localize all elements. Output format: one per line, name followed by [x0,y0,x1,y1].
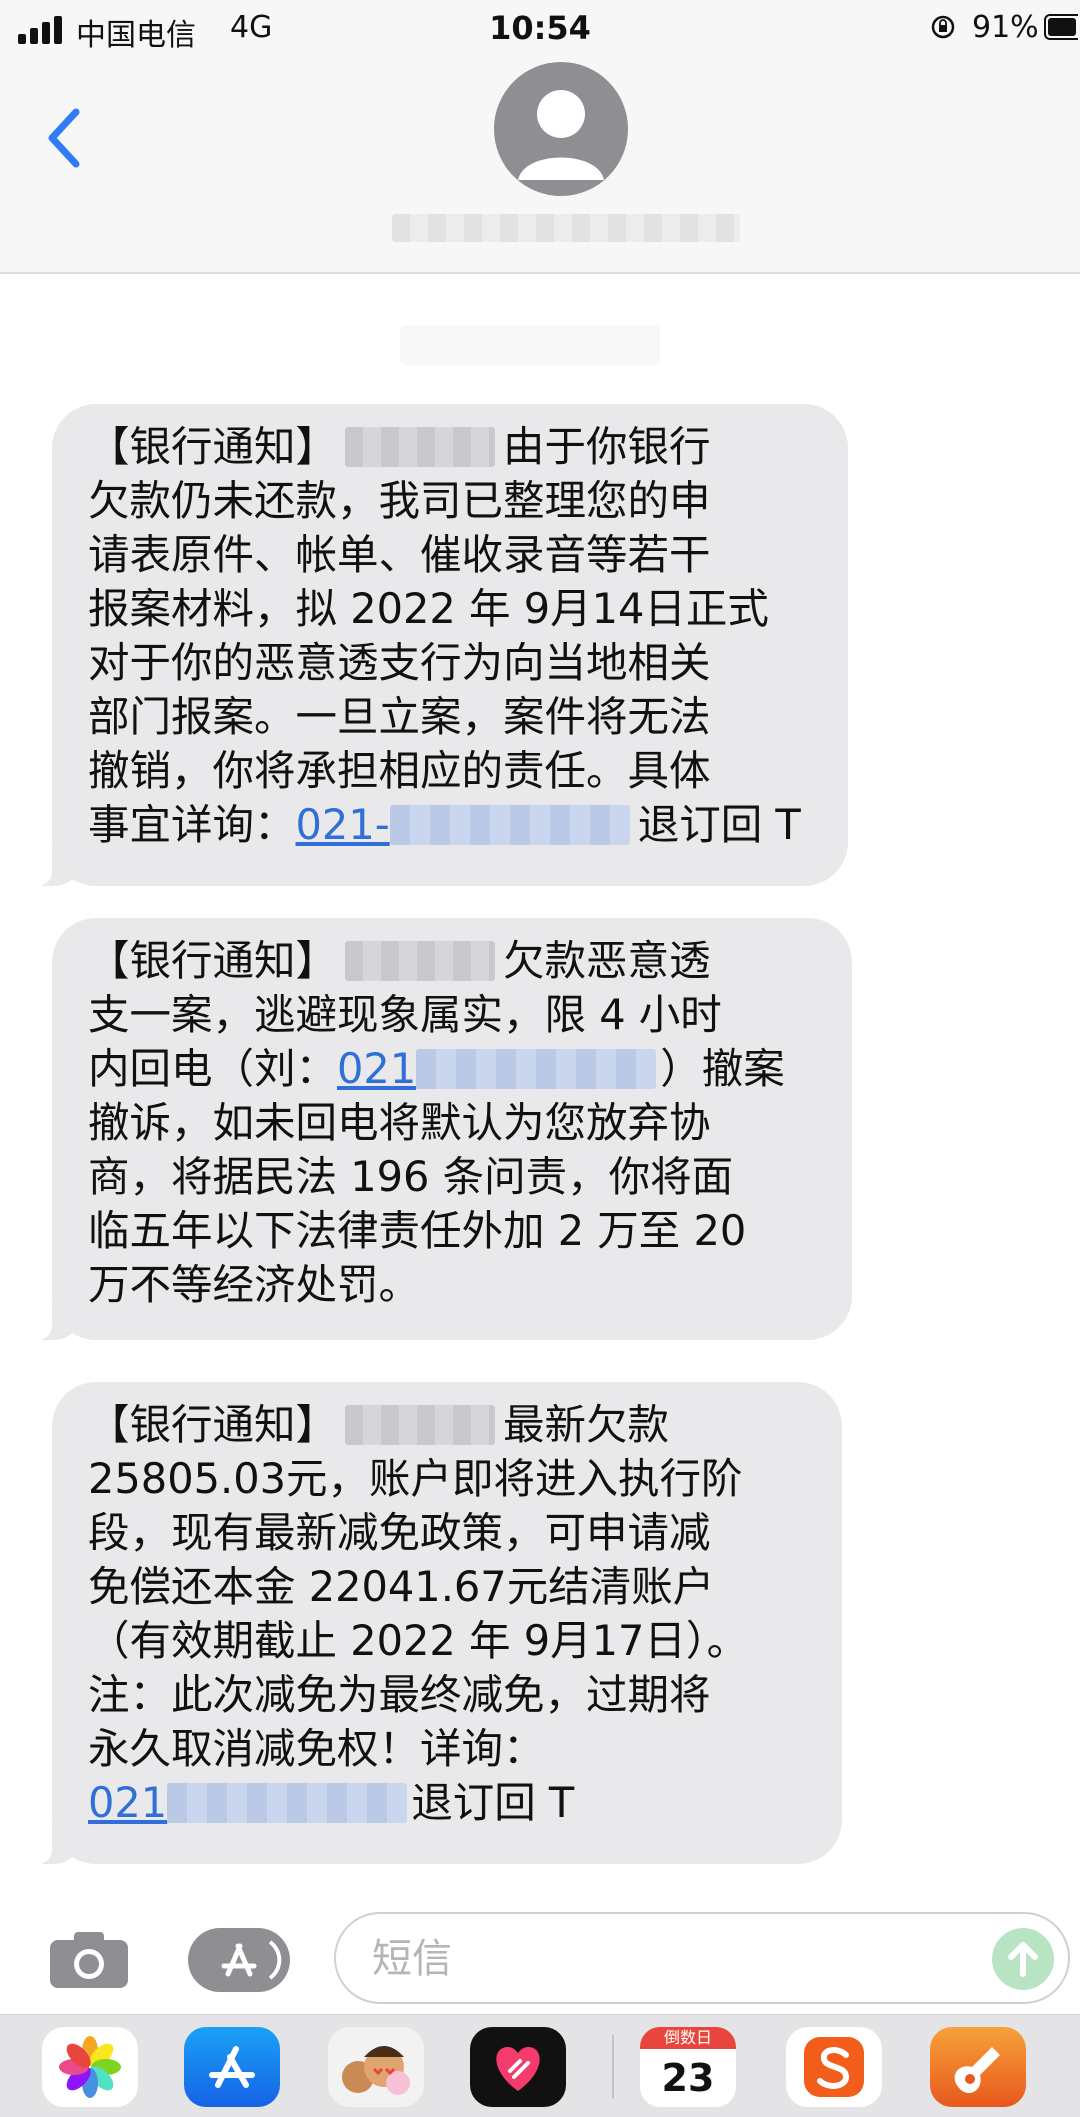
timestamp-faded [400,325,660,365]
compose-bar [0,1896,1080,2014]
redacted-sender [345,1405,496,1445]
message-line: 021 退订回 T [88,1778,575,1827]
countdown-icon[interactable]: 倒数日 23 [640,2027,736,2107]
redacted-sender [345,941,496,981]
message-text-field[interactable] [370,1930,974,1988]
memoji-icon[interactable] [328,2027,424,2107]
message-line: 永久取消减免权！详询： [88,1724,545,1773]
message-line: 注：此次减免为最终减免，过期将 [88,1670,711,1719]
message-line: （有效期截止 2022 年 9月17日）。 [88,1616,749,1665]
countdown-label: 倒数日 [640,2027,736,2049]
clock: 10:54 [489,9,591,47]
phone-link[interactable]: 021 [88,1778,411,1827]
send-button[interactable] [992,1928,1054,1990]
redacted-phone [389,805,630,845]
back-chevron-icon[interactable] [36,98,96,178]
redacted-phone [416,1049,657,1089]
message-line: 事宜详询：021- 退订回 T [88,800,801,849]
app-store-icon[interactable] [184,2027,280,2107]
message-line: 【银行通知】 最新欠款 [88,1400,670,1449]
message-line: 欠款仍未还款，我司已整理您的申 [88,476,711,525]
avatar[interactable] [494,62,628,196]
message-line: 临五年以下法律责任外加 2 万至 20 [88,1206,747,1255]
digital-touch-icon[interactable] [470,2027,566,2107]
sogou-icon[interactable] [786,2027,882,2107]
countdown-value: 23 [640,2049,736,2107]
message-line: 支一案，逃避现象属实，限 4 小时 [88,990,722,1039]
status-bar: 中国电信 4G 10:54 91% [0,0,1080,60]
contact-name-redacted[interactable] [392,214,740,242]
message-line: 商，将据民法 196 条问责，你将面 [88,1152,734,1201]
garageband-icon[interactable] [930,2027,1026,2107]
redacted-phone [167,1783,408,1823]
message-line: 撤诉，如未回电将默认为您放弃协 [88,1098,711,1147]
message-line: 报案材料，拟 2022 年 9月14日正式 [88,584,769,633]
message-line: 【银行通知】 欠款恶意透 [88,936,711,985]
redacted-sender [345,427,496,467]
conversation-header [0,60,1080,274]
app-store-icon [221,1940,282,1980]
message-line: 【银行通知】 由于你银行 [88,422,711,471]
photos-icon[interactable] [42,2027,138,2107]
message-line: 部门报案。一旦立案，案件将无法 [88,692,711,741]
message-bubble[interactable]: 【银行通知】 欠款恶意透 支一案，逃避现象属实，限 4 小时 内回电（刘：021）… [38,918,852,1340]
message-bubble[interactable]: 【银行通知】 最新欠款 25805.03元，账户即将进入执行阶 段，现有最新减免政… [38,1382,842,1864]
person-icon [518,90,604,180]
message-line: 免偿还本金 22041.67元结清账户 [88,1562,715,1611]
phone-link[interactable]: 021- [296,800,638,849]
message-input[interactable] [334,1912,1070,2004]
battery-icon [1044,14,1078,40]
message-line: 请表原件、帐单、催收录音等若干 [88,530,711,579]
message-line: 25805.03元，账户即将进入执行阶 [88,1454,743,1503]
arrow-up-icon [1008,1942,1038,1977]
message-line: 撤销，你将承担相应的责任。具体 [88,746,711,795]
message-line: 万不等经济处罚。 [88,1260,421,1309]
app-drawer: 倒数日 23 [0,2014,1080,2117]
apps-button[interactable] [188,1928,290,1992]
phone-link[interactable]: 021 [337,1044,660,1093]
rotation-lock-icon [931,15,955,39]
message-line: 段，现有最新减免政策，可申请减 [88,1508,711,1557]
drawer-divider [612,2035,614,2099]
message-line: 内回电（刘：021 ）撤案 [88,1044,785,1093]
camera-icon[interactable] [48,1930,130,1990]
message-line: 对于你的恶意透支行为向当地相关 [88,638,711,687]
message-bubble[interactable]: 【银行通知】 由于你银行 欠款仍未还款，我司已整理您的申 请表原件、帐单、催收录音… [38,404,848,886]
battery-percent: 91% [972,10,1039,45]
